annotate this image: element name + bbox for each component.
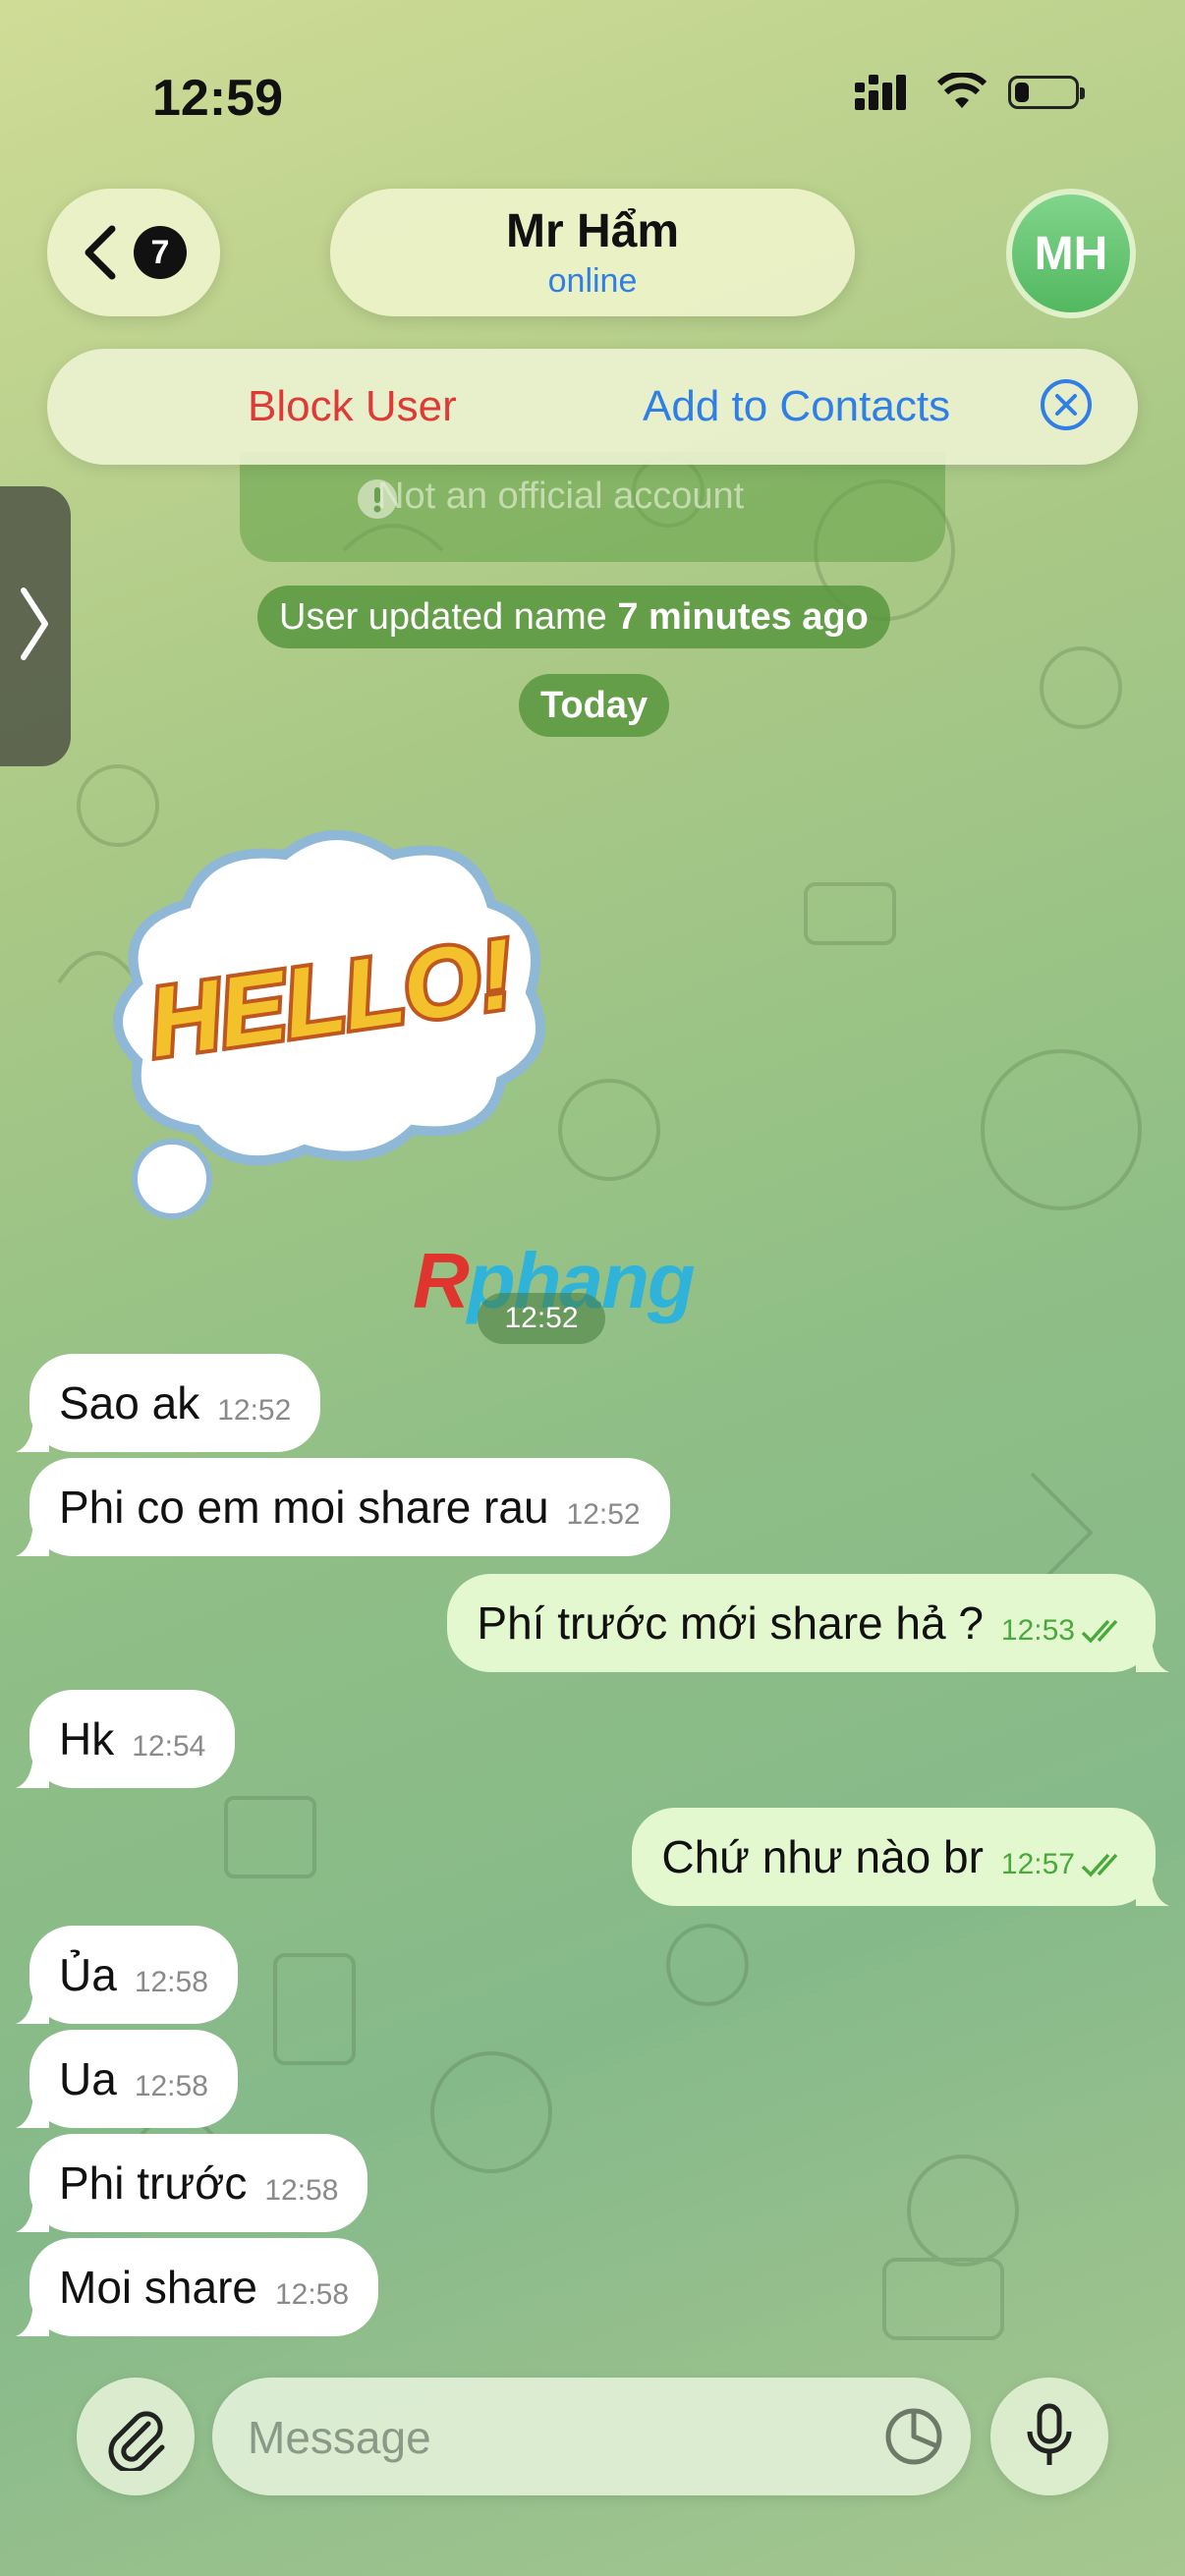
sticker-icon[interactable] bbox=[882, 2405, 945, 2468]
add-to-contacts-button[interactable]: Add to Contacts bbox=[643, 382, 950, 431]
contact-status: online bbox=[547, 262, 638, 300]
microphone-icon bbox=[1027, 2403, 1072, 2465]
outgoing-message[interactable]: Chứ như nào br 12:57 bbox=[632, 1808, 1169, 1906]
message-time: 12:58 bbox=[134, 2070, 208, 2102]
date-divider: Today bbox=[519, 674, 670, 737]
battery-icon bbox=[1008, 76, 1085, 109]
read-checkmarks-icon bbox=[1081, 1853, 1118, 1877]
message-text: Chứ như nào br bbox=[661, 1831, 984, 1882]
message-time: 12:58 bbox=[264, 2174, 339, 2207]
incoming-message[interactable]: Hk 12:54 bbox=[16, 1690, 236, 1788]
message-time: 12:58 bbox=[274, 2278, 350, 2311]
block-user-button[interactable]: Block User bbox=[248, 382, 457, 431]
message-time: 12:53 bbox=[1000, 1614, 1075, 1647]
name-update-prefix: User updated name bbox=[279, 596, 618, 638]
back-button[interactable]: 7 bbox=[47, 189, 220, 316]
chevron-left-icon bbox=[85, 225, 116, 280]
name-update-time: 7 minutes ago bbox=[617, 596, 869, 638]
side-panel-handle[interactable] bbox=[0, 486, 71, 766]
message-time: 12:54 bbox=[132, 1730, 206, 1763]
contact-action-bar: Block User Add to Contacts bbox=[47, 349, 1138, 465]
wifi-icon bbox=[937, 73, 987, 108]
status-icons bbox=[855, 73, 1085, 112]
incoming-message[interactable]: Ủa 12:58 bbox=[16, 1926, 238, 2024]
message-time: 12:52 bbox=[217, 1394, 292, 1427]
incoming-message[interactable]: Phi trước 12:58 bbox=[16, 2134, 368, 2232]
bubble-tail bbox=[16, 1419, 49, 1452]
hello-sticker[interactable]: HELLO! bbox=[98, 825, 570, 1238]
bubble-tail bbox=[16, 1755, 49, 1788]
sticker-time: 12:52 bbox=[478, 1293, 605, 1344]
message-time: 12:58 bbox=[134, 1966, 208, 1998]
contact-name: Mr Hẩm bbox=[505, 205, 680, 257]
name-update-notice: User updated name 7 minutes ago bbox=[257, 586, 890, 648]
message-text: Sao ak bbox=[59, 1377, 200, 1428]
status-time: 12:59 bbox=[152, 70, 283, 127]
chevron-right-icon bbox=[21, 588, 48, 660]
chat-title[interactable]: Mr Hẩm online bbox=[330, 189, 855, 316]
bubble-tail bbox=[16, 2303, 49, 2336]
bubble-tail bbox=[16, 1523, 49, 1556]
message-text: Hk bbox=[59, 1713, 115, 1764]
message-text: Ủa bbox=[59, 1949, 117, 2000]
bubble-tail bbox=[16, 2095, 49, 2128]
bubble-tail bbox=[1136, 1873, 1169, 1906]
microphone-button[interactable] bbox=[990, 2378, 1108, 2495]
attach-button[interactable] bbox=[77, 2378, 195, 2495]
message-text: Ua bbox=[59, 2053, 117, 2104]
message-text: Phi trước bbox=[59, 2157, 248, 2209]
message-text: Phi co em moi share rau bbox=[59, 1482, 549, 1533]
message-time: 12:52 bbox=[566, 1498, 641, 1531]
message-text: Phí trước mới share hả ? bbox=[477, 1597, 984, 1649]
cellular-signal-icon bbox=[855, 75, 906, 110]
avatar[interactable]: MH bbox=[1006, 189, 1136, 318]
bubble-tail bbox=[1136, 1639, 1169, 1672]
incoming-message[interactable]: Phi co em moi share rau 12:52 bbox=[16, 1458, 670, 1556]
incoming-message[interactable]: Ua 12:58 bbox=[16, 2030, 238, 2128]
outgoing-message[interactable]: Phí trước mới share hả ? 12:53 bbox=[447, 1574, 1169, 1672]
bubble-tail bbox=[16, 1990, 49, 2024]
read-checkmarks-icon bbox=[1081, 1619, 1118, 1644]
bubble-tail bbox=[16, 2199, 49, 2232]
message-field[interactable] bbox=[212, 2378, 971, 2495]
incoming-message[interactable]: Moi share 12:58 bbox=[16, 2238, 379, 2336]
message-input[interactable] bbox=[246, 2405, 859, 2470]
message-text: Moi share bbox=[59, 2262, 257, 2313]
profile-card: Not an official account bbox=[240, 452, 945, 562]
notice-text: Not an official account bbox=[377, 476, 745, 517]
incoming-message[interactable]: Sao ak 12:52 bbox=[16, 1354, 321, 1452]
close-icon[interactable] bbox=[1040, 378, 1093, 431]
unread-count-badge: 7 bbox=[134, 226, 187, 279]
paperclip-icon bbox=[108, 2411, 165, 2471]
message-time: 12:57 bbox=[1000, 1848, 1075, 1880]
